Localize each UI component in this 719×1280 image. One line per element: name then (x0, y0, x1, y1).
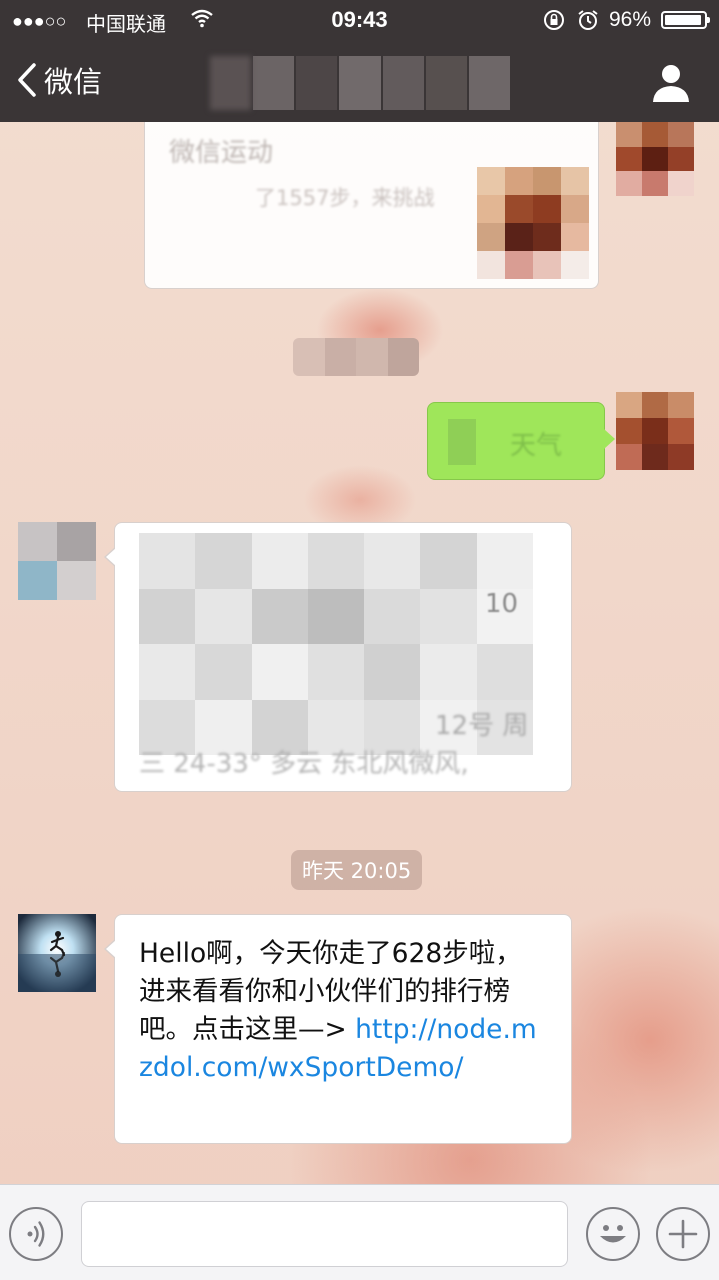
battery-icon (661, 11, 710, 29)
my-avatar-2[interactable] (616, 392, 694, 470)
back-label: 微信 (44, 65, 103, 99)
sport-card-bubble[interactable]: 微信运动 了1557步，来挑战 (144, 122, 599, 289)
sport-message-bubble[interactable]: Hello啊，今天你走了628步啦，进来看看你和小伙伴们的排行榜吧。点击这里—>… (104, 914, 572, 1144)
chevron-left-icon (18, 63, 36, 97)
timestamp-obscured (293, 338, 419, 376)
person-icon[interactable] (648, 60, 694, 106)
message-list[interactable]: 微信运动 了1557步，来挑战 天气 10 12号 周 三 24-33° 多云 … (0, 122, 719, 1184)
emoji-icon (600, 1225, 626, 1243)
message-input[interactable] (81, 1201, 568, 1267)
chat-title-obscured (210, 56, 510, 110)
weather-text-1: 10 (485, 589, 519, 619)
voice-icon (27, 1221, 45, 1247)
battery-percent: 96% (609, 8, 652, 31)
runner-icon (18, 914, 96, 992)
outgoing-message-bubble[interactable]: 天气 (427, 402, 615, 480)
input-bar (0, 1184, 719, 1280)
weather-text-2: 12号 周 (435, 711, 529, 741)
outgoing-message-snippet: 天气 (510, 431, 563, 461)
weather-text-3: 三 24-33° 多云 东北风微风, (139, 749, 469, 779)
timestamp: 昨天 20:05 (291, 850, 423, 890)
emoji-button[interactable] (586, 1207, 640, 1261)
plus-icon (668, 1219, 698, 1249)
battery-fill (665, 15, 701, 25)
nav-bar: 微信 (0, 40, 719, 122)
voice-button[interactable] (9, 1207, 63, 1261)
rotation-lock-icon (544, 10, 564, 30)
status-bar: ●●●○○ 中国联通 09:43 96% (0, 0, 719, 40)
sport-bot-avatar[interactable] (18, 914, 96, 992)
sport-card-title: 微信运动 (169, 138, 274, 168)
add-button[interactable] (656, 1207, 710, 1261)
back-button[interactable]: 微信 (16, 58, 102, 102)
sport-card-thumbnail (477, 167, 589, 279)
weather-message-bubble[interactable]: 10 12号 周 三 24-33° 多云 东北风微风, (104, 522, 572, 792)
contact-avatar[interactable] (18, 522, 96, 600)
my-avatar[interactable] (616, 122, 694, 196)
sport-card-snippet: 了1557步，来挑战 (255, 186, 435, 210)
alarm-icon (578, 10, 598, 30)
